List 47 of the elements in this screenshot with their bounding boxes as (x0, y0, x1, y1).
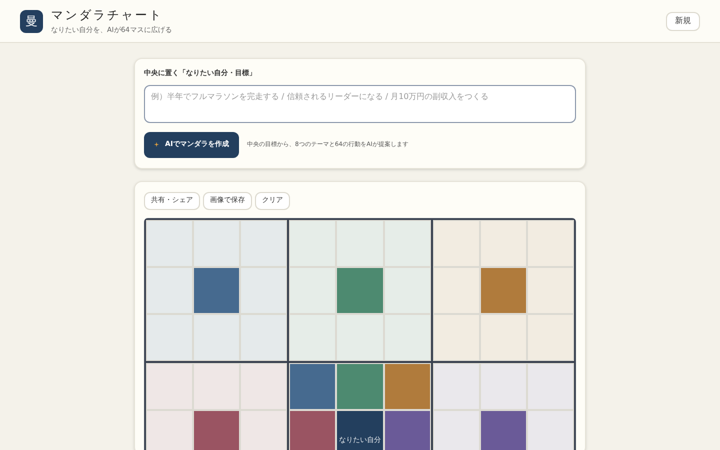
theme-cell[interactable] (336, 362, 384, 410)
grid-cell[interactable] (526, 314, 574, 360)
new-button[interactable]: 新規 (666, 12, 700, 30)
grid-cell[interactable] (480, 362, 527, 410)
app-title: マンダラチャート (51, 8, 164, 22)
theme-cell[interactable] (193, 410, 240, 450)
grid-cell[interactable] (432, 314, 480, 360)
grid-cell[interactable] (289, 220, 336, 266)
theme-cell[interactable] (193, 266, 240, 314)
grid-cell[interactable] (240, 220, 288, 266)
grid-cell[interactable] (480, 220, 527, 266)
grid-cell[interactable] (432, 220, 480, 266)
grid-cell[interactable] (526, 266, 574, 314)
grid-cell[interactable] (240, 362, 288, 410)
grid-cell[interactable] (193, 220, 240, 266)
grid-cell[interactable] (146, 362, 194, 410)
theme-cell[interactable] (336, 266, 384, 314)
grid-cell[interactable] (526, 410, 574, 450)
grid-cell[interactable] (336, 314, 384, 360)
grid-cell[interactable] (146, 220, 194, 266)
grid-cell[interactable] (289, 266, 336, 314)
theme-cell[interactable] (289, 362, 336, 410)
theme-cell[interactable] (384, 410, 431, 450)
grid-cell[interactable] (193, 314, 240, 360)
grid-cell[interactable] (240, 410, 288, 450)
grid-cell[interactable] (240, 314, 288, 360)
grid-cell[interactable] (432, 266, 480, 314)
goal-input-field[interactable]: 例）半年でフルマラソンを完走する / 信頼されるリーダーになる / 月10万円の副収入をつくる (144, 84, 576, 122)
theme-cell[interactable] (480, 410, 527, 450)
theme-cell[interactable] (384, 362, 431, 410)
grid-cell[interactable] (146, 266, 194, 314)
grid-cell[interactable] (336, 220, 384, 266)
grid-cell[interactable] (432, 362, 480, 410)
theme-cell[interactable] (289, 410, 336, 450)
grid-cell[interactable] (384, 266, 431, 314)
logo-icon: 曼 (20, 10, 43, 32)
sparkle-icon (154, 142, 159, 147)
grid-cell[interactable] (193, 362, 240, 410)
grid-cell[interactable] (146, 314, 194, 360)
grid-cell[interactable] (289, 314, 336, 360)
grid-cell[interactable] (480, 314, 527, 360)
grid-cell[interactable] (384, 314, 431, 360)
grid-cell[interactable] (240, 266, 288, 314)
grid-cell[interactable] (526, 362, 574, 410)
grid-cell[interactable] (526, 220, 574, 266)
theme-cell[interactable] (480, 266, 527, 314)
grid-cell[interactable] (384, 220, 431, 266)
